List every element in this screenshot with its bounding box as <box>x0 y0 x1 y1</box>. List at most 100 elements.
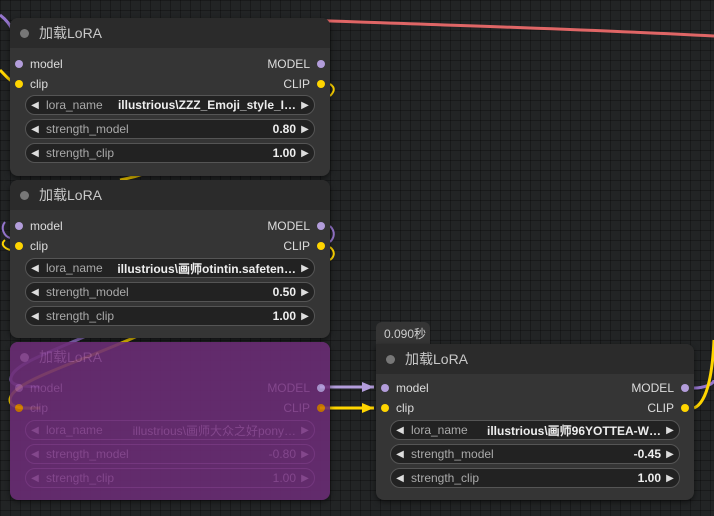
collapse-dot-icon[interactable] <box>386 354 395 364</box>
strength-model-number[interactable]: ◀ strength_model -0.80 ▶ <box>25 444 315 464</box>
left-arrow-icon[interactable]: ◀ <box>26 473 44 484</box>
model-arrowhead <box>362 382 374 392</box>
node-header[interactable]: 加载LoRA <box>10 342 330 372</box>
clip-link <box>329 83 335 97</box>
left-arrow-icon[interactable]: ◀ <box>26 449 44 460</box>
slot-row-clip: clip CLIP <box>10 398 330 418</box>
lora-loader-node-1[interactable]: 加载LoRA model MODEL clip CLIP ◀ lora_name… <box>10 18 330 176</box>
slot-row-model: model MODEL <box>10 216 330 236</box>
strength-clip-number[interactable]: ◀ strength_clip 1.00 ▶ <box>25 306 315 326</box>
strength-model-number[interactable]: ◀ strength_model 0.80 ▶ <box>25 119 315 139</box>
strength-model-number[interactable]: ◀ strength_model 0.50 ▶ <box>25 282 315 302</box>
node-header[interactable]: 加载LoRA <box>376 344 694 374</box>
strength-model-number[interactable]: ◀ strength_model -0.45 ▶ <box>390 444 680 464</box>
left-arrow-icon[interactable]: ◀ <box>26 148 44 159</box>
node-title: 加载LoRA <box>39 349 103 365</box>
output-slot-model[interactable]: MODEL <box>631 381 689 395</box>
clip-link <box>1 239 11 251</box>
collapse-dot-icon[interactable] <box>20 28 29 38</box>
left-arrow-icon[interactable]: ◀ <box>391 473 409 484</box>
input-slot-model[interactable]: model <box>381 381 429 395</box>
right-arrow-icon[interactable]: ▶ <box>296 124 314 135</box>
output-slot-model[interactable]: MODEL <box>267 57 325 71</box>
output-slot-clip[interactable]: CLIP <box>283 401 325 415</box>
lora-name-combo[interactable]: ◀ lora_name illustrious\画师96YOTTEA-W… ▶ <box>390 420 680 440</box>
right-arrow-icon[interactable]: ▶ <box>661 425 679 436</box>
output-slot-model[interactable]: MODEL <box>267 219 325 233</box>
node-title: 加载LoRA <box>39 25 103 41</box>
lora-loader-node-4[interactable]: 加载LoRA model MODEL clip CLIP ◀ lora_name… <box>376 344 694 500</box>
model-link <box>693 379 714 390</box>
right-arrow-icon[interactable]: ▶ <box>296 287 314 298</box>
clip-pin-icon[interactable] <box>317 242 325 250</box>
right-arrow-icon[interactable]: ▶ <box>296 148 314 159</box>
slot-row-model: model MODEL <box>10 378 330 398</box>
lora-name-combo[interactable]: ◀ lora_name illustrious\ZZZ_Emoji_style_… <box>25 95 315 115</box>
model-pin-icon[interactable] <box>15 384 23 392</box>
slot-row-clip: clip CLIP <box>10 74 330 94</box>
input-slot-clip[interactable]: clip <box>15 239 48 253</box>
clip-pin-icon[interactable] <box>15 404 23 412</box>
model-pin-icon[interactable] <box>681 384 689 392</box>
input-slot-clip[interactable]: clip <box>15 401 48 415</box>
right-arrow-icon[interactable]: ▶ <box>296 473 314 484</box>
input-slot-clip[interactable]: clip <box>381 401 414 415</box>
clip-pin-icon[interactable] <box>381 404 389 412</box>
model-link <box>329 225 335 243</box>
right-arrow-icon[interactable]: ▶ <box>296 449 314 460</box>
node-header[interactable]: 加载LoRA <box>10 18 330 48</box>
right-arrow-icon[interactable]: ▶ <box>661 473 679 484</box>
left-arrow-icon[interactable]: ◀ <box>26 263 44 274</box>
right-arrow-icon[interactable]: ▶ <box>296 263 314 274</box>
right-arrow-icon[interactable]: ▶ <box>296 100 314 111</box>
lora-name-combo[interactable]: ◀ lora_name illustrious\画师otintin.safete… <box>25 258 315 278</box>
clip-pin-icon[interactable] <box>681 404 689 412</box>
left-arrow-icon[interactable]: ◀ <box>26 425 44 436</box>
model-pin-icon[interactable] <box>15 60 23 68</box>
red-link <box>299 18 714 38</box>
output-slot-model[interactable]: MODEL <box>267 381 325 395</box>
input-slot-clip[interactable]: clip <box>15 77 48 91</box>
clip-pin-icon[interactable] <box>15 80 23 88</box>
left-arrow-icon[interactable]: ◀ <box>26 287 44 298</box>
output-slot-clip[interactable]: CLIP <box>647 401 689 415</box>
left-arrow-icon[interactable]: ◀ <box>26 311 44 322</box>
model-link <box>1 221 11 239</box>
clip-arrowhead <box>362 403 374 413</box>
strength-clip-number[interactable]: ◀ strength_clip 1.00 ▶ <box>25 143 315 163</box>
input-slot-model[interactable]: model <box>15 57 63 71</box>
model-pin-icon[interactable] <box>317 60 325 68</box>
slot-row-model: model MODEL <box>376 378 694 398</box>
input-slot-model[interactable]: model <box>15 219 63 233</box>
collapse-dot-icon[interactable] <box>20 190 29 200</box>
clip-pin-icon[interactable] <box>15 242 23 250</box>
model-pin-icon[interactable] <box>381 384 389 392</box>
output-slot-clip[interactable]: CLIP <box>283 239 325 253</box>
slot-row-clip: clip CLIP <box>376 398 694 418</box>
model-pin-icon[interactable] <box>317 384 325 392</box>
output-slot-clip[interactable]: CLIP <box>283 77 325 91</box>
clip-pin-icon[interactable] <box>317 80 325 88</box>
slot-row-clip: clip CLIP <box>10 236 330 256</box>
collapse-dot-icon[interactable] <box>20 352 29 362</box>
clip-link <box>329 246 335 261</box>
right-arrow-icon[interactable]: ▶ <box>661 449 679 460</box>
node-title: 加载LoRA <box>39 187 103 203</box>
left-arrow-icon[interactable]: ◀ <box>26 124 44 135</box>
lora-loader-node-3-bypassed[interactable]: 加载LoRA model MODEL clip CLIP ◀ lora_name… <box>10 342 330 500</box>
model-pin-icon[interactable] <box>15 222 23 230</box>
strength-clip-number[interactable]: ◀ strength_clip 1.00 ▶ <box>390 468 680 488</box>
execution-time-badge: 0.090秒 <box>376 322 430 344</box>
lora-loader-node-2[interactable]: 加载LoRA model MODEL clip CLIP ◀ lora_name… <box>10 180 330 338</box>
lora-name-combo[interactable]: ◀ lora_name illustrious\画师大众之好pony… ▶ <box>25 420 315 440</box>
strength-clip-number[interactable]: ◀ strength_clip 1.00 ▶ <box>25 468 315 488</box>
node-header[interactable]: 加载LoRA <box>10 180 330 210</box>
left-arrow-icon[interactable]: ◀ <box>391 449 409 460</box>
left-arrow-icon[interactable]: ◀ <box>26 100 44 111</box>
model-pin-icon[interactable] <box>317 222 325 230</box>
right-arrow-icon[interactable]: ▶ <box>296 311 314 322</box>
right-arrow-icon[interactable]: ▶ <box>296 425 314 436</box>
clip-pin-icon[interactable] <box>317 404 325 412</box>
input-slot-model[interactable]: model <box>15 381 63 395</box>
left-arrow-icon[interactable]: ◀ <box>391 425 409 436</box>
